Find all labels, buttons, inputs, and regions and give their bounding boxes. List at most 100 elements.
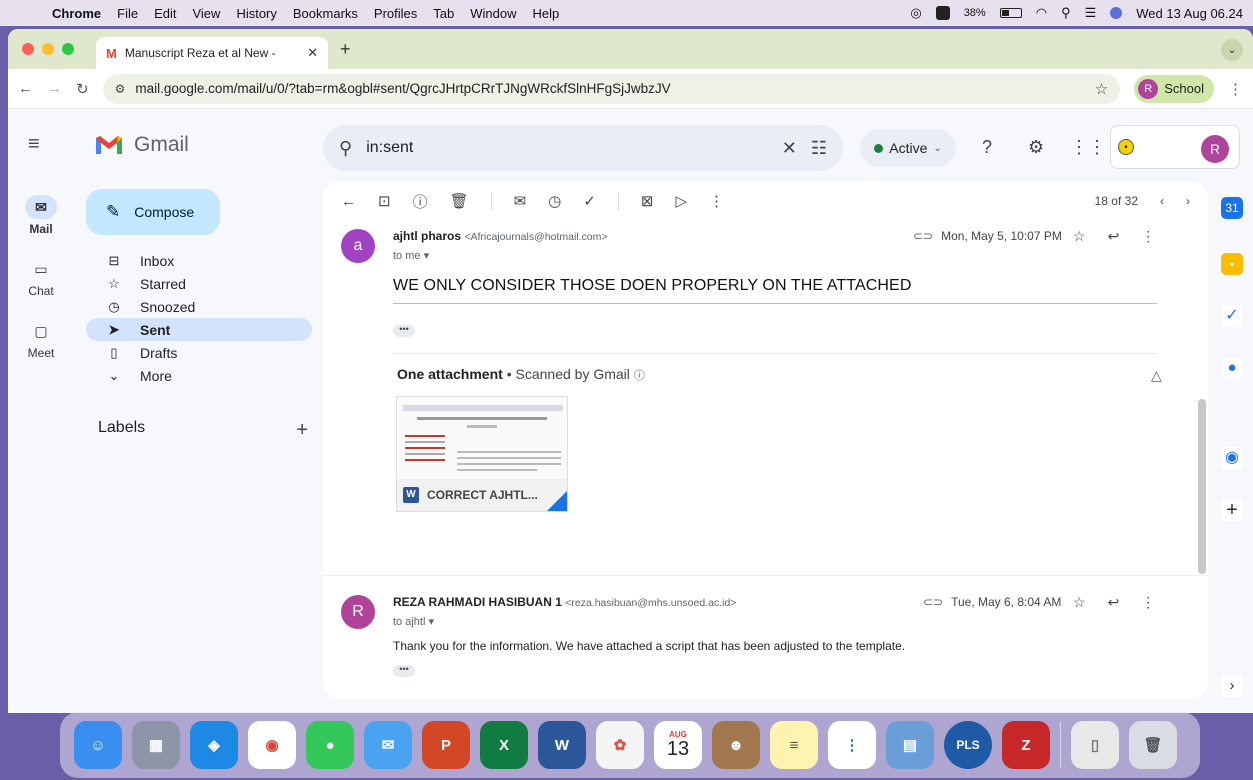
snooze-icon[interactable]: ◷ <box>548 192 561 210</box>
gmail-logo[interactable]: Gmail <box>94 133 189 157</box>
search-options-icon[interactable]: ☷ <box>811 138 827 159</box>
compose-button[interactable]: ✎ Compose <box>86 189 220 235</box>
search-icon[interactable]: ⚲ <box>339 138 352 159</box>
settings-gear-icon[interactable]: ⚙ <box>1028 137 1044 158</box>
scrollbar[interactable] <box>1198 399 1206 574</box>
chrome-menu-icon[interactable]: ⋮ <box>1228 80 1243 98</box>
sender-avatar[interactable]: a <box>341 229 375 263</box>
nav-snoozed[interactable]: ◷ Snoozed <box>86 295 312 318</box>
show-trimmed-button[interactable]: ••• <box>393 325 415 337</box>
info-icon[interactable]: ⓘ <box>634 370 645 382</box>
mark-unread-icon[interactable]: ✉ <box>514 192 527 210</box>
back-to-list-icon[interactable]: ← <box>341 193 356 210</box>
tab-gmail[interactable]: M Manuscript Reza et al New - ✕ <box>96 37 328 69</box>
more-icon[interactable]: ⋮ <box>1141 228 1155 245</box>
close-window-button[interactable] <box>22 43 34 55</box>
sender-line[interactable]: REZA RAHMADI HASIBUAN 1 <reza.hasibuan@m… <box>393 595 736 609</box>
delete-icon[interactable]: 🗑 <box>450 192 469 210</box>
trash-icon[interactable]: 🗑 <box>1129 721 1177 769</box>
rail-meet[interactable]: ▢ Meet <box>8 319 74 361</box>
calendar-app-icon[interactable]: AUG 13 <box>654 721 702 769</box>
add-to-drive-icon[interactable]: △ <box>1151 367 1162 384</box>
nav-inbox[interactable]: ⊟ Inbox <box>86 249 312 272</box>
sender-line[interactable]: ajhtl pharos <Africajournals@hotmail.com… <box>393 229 608 243</box>
spotlight-icon[interactable]: ⚲ <box>1061 5 1071 21</box>
newer-icon[interactable]: ‹ <box>1160 194 1164 208</box>
profile-button[interactable]: R School <box>1134 74 1214 103</box>
menu-history[interactable]: History <box>228 6 284 21</box>
preview-icon[interactable]: ▤ <box>886 721 934 769</box>
control-center-icon[interactable]: ☰ <box>1085 5 1097 21</box>
tab-search-icon[interactable]: ⌄ <box>1221 39 1243 61</box>
menu-window[interactable]: Window <box>462 6 524 21</box>
bookmark-star-icon[interactable]: ☆ <box>1095 80 1108 98</box>
keep-icon[interactable]: ▪ <box>1221 253 1243 275</box>
reply-icon[interactable]: ↩ <box>1108 594 1120 611</box>
get-addons-icon[interactable]: + <box>1221 499 1243 521</box>
show-trimmed-button[interactable]: ••• <box>393 665 415 677</box>
mail-app-icon[interactable]: ✉ <box>364 721 412 769</box>
older-icon[interactable]: › <box>1186 194 1190 208</box>
word-icon[interactable]: W <box>538 721 586 769</box>
sender-avatar[interactable]: R <box>341 595 375 629</box>
menu-tab[interactable]: Tab <box>425 6 462 21</box>
google-apps-icon[interactable]: ⋮⋮ <box>1070 137 1106 158</box>
clear-search-icon[interactable]: ✕ <box>782 138 797 159</box>
messages-icon[interactable]: ● <box>306 721 354 769</box>
label-icon[interactable]: ▷ <box>675 192 687 210</box>
status-app-icon[interactable] <box>935 6 950 20</box>
help-icon[interactable]: ? <box>982 137 992 158</box>
reload-button[interactable]: ↻ <box>76 80 89 98</box>
move-to-icon[interactable]: ⊠ <box>641 192 654 210</box>
menu-profiles[interactable]: Profiles <box>366 6 425 21</box>
new-tab-button[interactable]: + <box>340 39 351 60</box>
siri-icon[interactable] <box>1110 7 1123 19</box>
forward-button[interactable]: → <box>47 80 62 97</box>
reminders-icon[interactable]: ⋮ <box>828 721 876 769</box>
minimize-window-button[interactable] <box>42 43 54 55</box>
add-label-icon[interactable]: + <box>296 419 308 442</box>
wifi-icon[interactable]: ◠ <box>1036 5 1047 21</box>
menu-help[interactable]: Help <box>525 6 568 21</box>
url-text[interactable]: mail.google.com/mail/u/0/?tab=rm&ogbl#se… <box>135 81 1084 96</box>
recipient-line[interactable]: to me ▾ <box>393 249 429 262</box>
report-spam-icon[interactable]: ⓘ <box>413 191 428 212</box>
nav-starred[interactable]: ☆ Starred <box>86 272 312 295</box>
show-side-panel-icon[interactable]: › <box>1221 675 1243 697</box>
nav-sent[interactable]: ➤ Sent <box>86 318 312 341</box>
contacts-app-icon[interactable]: ☻ <box>712 721 760 769</box>
star-icon[interactable]: ☆ <box>1073 228 1086 245</box>
address-bar[interactable]: ⚙ mail.google.com/mail/u/0/?tab=rm&ogbl#… <box>102 73 1121 104</box>
finder-icon[interactable]: ☺ <box>74 721 122 769</box>
document-stack-icon[interactable]: ▯ <box>1071 721 1119 769</box>
smartpls-icon[interactable]: PLS <box>944 721 992 769</box>
contacts-icon[interactable]: ● <box>1221 357 1243 379</box>
zoom-window-button[interactable] <box>62 43 74 55</box>
creative-cloud-icon[interactable]: ◎ <box>910 5 921 21</box>
status-button[interactable]: Active ⌄ <box>860 129 956 167</box>
search-input[interactable]: in:sent <box>366 139 768 157</box>
menu-file[interactable]: File <box>109 6 146 21</box>
excel-icon[interactable]: X <box>480 721 528 769</box>
more-icon[interactable]: ⋮ <box>1141 594 1155 611</box>
back-button[interactable]: ← <box>18 80 33 97</box>
archive-icon[interactable]: ⊡ <box>378 192 391 210</box>
more-options-icon[interactable]: ⋮ <box>709 192 724 210</box>
site-info-icon[interactable]: ⚙ <box>115 82 126 96</box>
powerpoint-icon[interactable]: P <box>422 721 470 769</box>
recipient-line[interactable]: to ajhtl ▾ <box>393 615 434 628</box>
menu-view[interactable]: View <box>184 6 228 21</box>
menu-app-name[interactable]: Chrome <box>44 6 109 21</box>
star-icon[interactable]: ☆ <box>1073 594 1086 611</box>
reply-icon[interactable]: ↩ <box>1108 228 1120 245</box>
tasks-icon[interactable]: ✓ <box>1221 305 1243 327</box>
notes-icon[interactable]: ≡ <box>770 721 818 769</box>
launchpad-icon[interactable]: ▦ <box>132 721 180 769</box>
rail-mail[interactable]: ✉ Mail <box>8 195 74 236</box>
nav-more[interactable]: ⌄ More <box>86 364 312 387</box>
search-bar[interactable]: ⚲ in:sent ✕ ☷ <box>323 125 843 171</box>
main-menu-icon[interactable]: ≡ <box>28 133 40 156</box>
calendar-icon[interactable]: 31 <box>1221 197 1243 219</box>
menubar-clock[interactable]: Wed 13 Aug 06.24 <box>1136 6 1243 21</box>
close-tab-icon[interactable]: ✕ <box>307 45 318 61</box>
